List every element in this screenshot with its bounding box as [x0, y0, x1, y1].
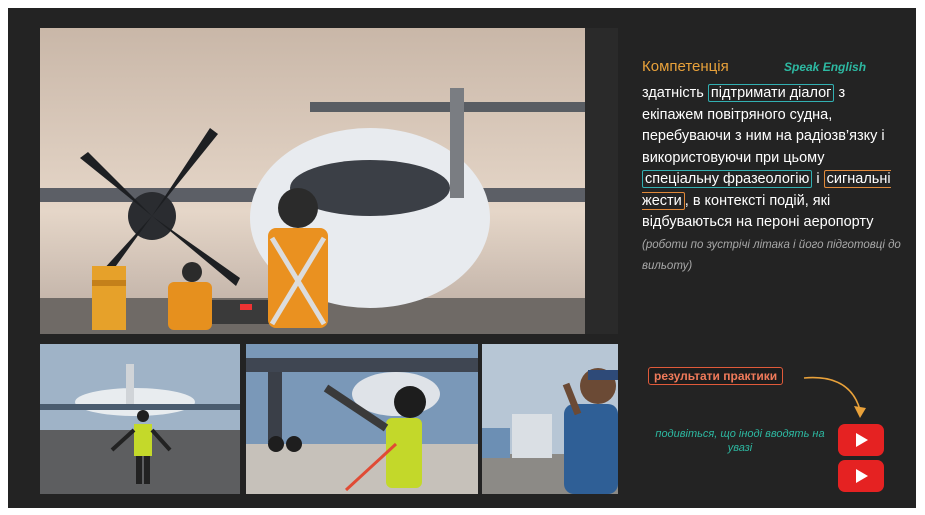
- speak-english-label: Speak English: [784, 60, 867, 74]
- marshaller-photo: [40, 344, 240, 494]
- competence-description: здатність підтримати діалог з екіпажем п…: [642, 83, 904, 277]
- heading-row: Компетенція Speak English: [642, 58, 904, 84]
- watch-caption: подивіться, що іноді вводять на увазі: [655, 428, 825, 454]
- highlight-dialog: підтримати діалог: [707, 84, 835, 102]
- main-aircraft-photo: [40, 28, 618, 334]
- youtube-play-icon[interactable]: [838, 424, 884, 456]
- competence-text-panel: Компетенція Speak English здатність підт…: [642, 58, 904, 277]
- text-part-1: здатність: [642, 85, 708, 101]
- pilot-signal-photo: [482, 344, 618, 494]
- text-note: (роботи по зустрічі літака і його підгот…: [642, 238, 901, 273]
- youtube-play-icon[interactable]: [838, 460, 884, 492]
- highlight-phraseology: спеціальну фразеологію: [642, 170, 813, 188]
- curved-arrow-icon: [803, 376, 866, 418]
- text-part-3: і: [812, 171, 824, 187]
- practice-results-label: результати практики: [648, 367, 784, 385]
- competence-heading: Компетенція: [642, 58, 729, 75]
- ground-crew-photo: [246, 344, 478, 494]
